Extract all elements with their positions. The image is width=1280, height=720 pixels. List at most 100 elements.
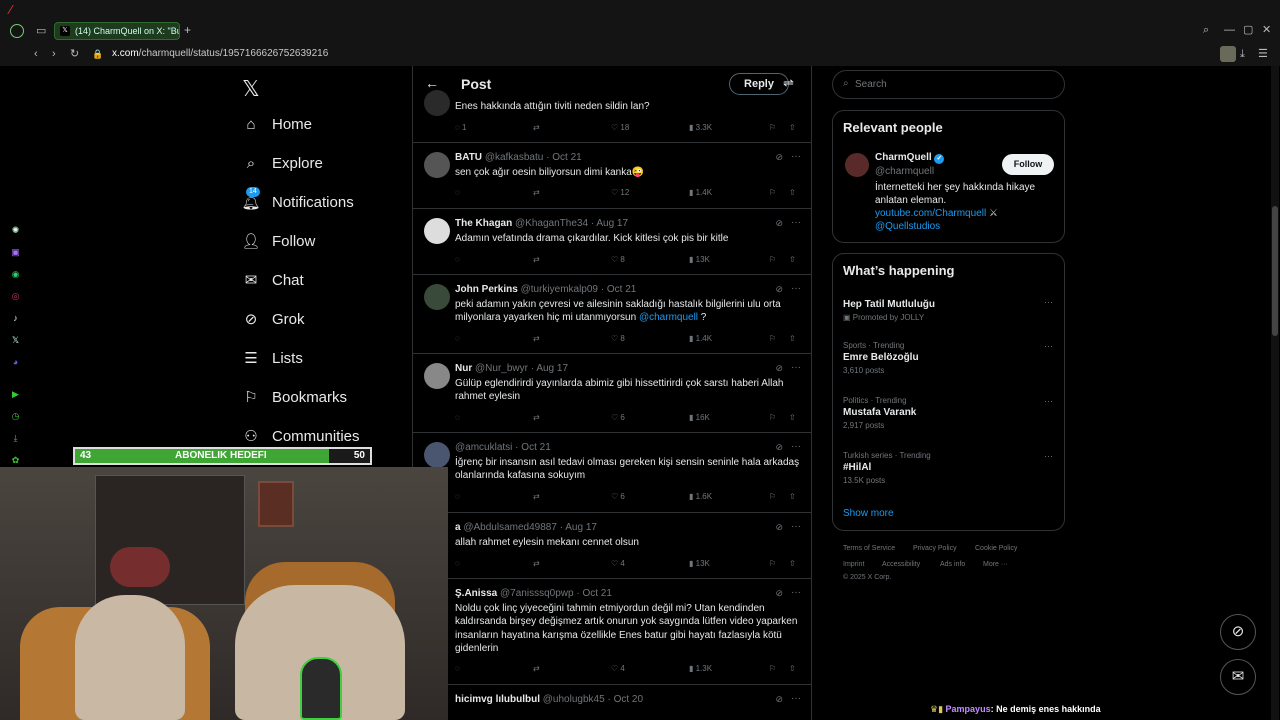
grok-fab-icon[interactable]: ⊘ [1220,614,1256,650]
more-icon[interactable]: ··· [1044,297,1053,307]
history-icon[interactable]: ◷ [9,410,22,423]
like-icon[interactable]: ♡ 4 [611,664,625,673]
retweet-icon[interactable]: ⇄ [533,255,540,264]
reply-icon[interactable]: ◌ [455,664,460,673]
nav-home[interactable]: ⌂ Home [242,113,312,135]
nav-notifications[interactable]: 🔔︎ 14 Notifications [241,187,354,213]
downloads-sidebar-icon[interactable]: ⤓ [9,432,22,445]
more-icon[interactable]: ··· [791,587,801,598]
search-icon[interactable]: ⌕ [1203,24,1209,36]
more-icon[interactable]: ··· [791,521,801,532]
whatsapp-icon[interactable]: ◉ [9,268,22,281]
reload-icon[interactable]: ↻ [70,48,79,60]
back-arrow-icon[interactable]: ← [425,75,439,91]
tweet-item[interactable]: Nur @Nur_bwyr · Aug 17 ⊘ ··· Gülüp eglend… [413,354,811,433]
instagram-icon[interactable]: ◎ [9,290,22,303]
share-icon[interactable]: ⇧ [789,413,796,422]
reply-icon[interactable]: ◌ [455,559,460,568]
bookmark-icon[interactable]: ⚐ [769,664,776,673]
reply-icon[interactable]: ◌ [455,334,460,343]
grok-icon[interactable]: ⊘ [775,218,783,229]
grok-icon[interactable]: ⊘ [775,694,783,705]
footer-accessibility[interactable]: Accessibility [882,561,920,568]
views-icon[interactable]: ▮ 1.6K [689,492,712,501]
mention-link[interactable]: @charmquell [639,312,698,323]
nav-lists[interactable]: ☰ Lists [242,347,303,369]
x-sidebar-icon[interactable]: 𝕏 [9,334,22,347]
scrollbar-thumb[interactable] [1272,206,1278,336]
bookmark-icon[interactable]: ⚐ [769,413,776,422]
opera-gx-icon[interactable] [10,24,24,38]
extensions-icon[interactable]: ✿ [9,454,22,467]
grok-icon[interactable]: ⊘ [775,363,783,374]
search-input[interactable]: ⌕ Search [832,70,1065,99]
player-icon[interactable]: ▶ [9,388,22,401]
trend-item[interactable]: Hep Tatil Mutluluğu ▣ Promoted by JOLLY … [843,297,1053,322]
avatar[interactable] [845,153,869,177]
retweet-icon[interactable]: ⇄ [533,123,540,132]
reply-icon[interactable]: ◌ [455,413,460,422]
more-icon[interactable]: ··· [791,441,801,452]
tab-active[interactable]: 𝕏 (14) CharmQuell on X: "Bu [54,22,180,40]
reply-icon[interactable]: ◌ [455,492,460,501]
nav-follow[interactable]: 👤︎ Follow [241,230,315,252]
bookmark-icon[interactable]: ⚐ [769,188,776,197]
more-icon[interactable]: ··· [1044,341,1053,351]
bio-youtube-link[interactable]: youtube.com/Charmquell ⚔ [875,208,998,219]
footer-more[interactable]: More ··· [983,561,1008,568]
grok-icon[interactable]: ⊘ [775,522,783,533]
retweet-icon[interactable]: ⇄ [533,664,540,673]
views-icon[interactable]: ▮ 1.3K [689,664,712,673]
footer-ads-info[interactable]: Ads info [940,561,965,568]
retweet-icon[interactable]: ⇄ [533,334,540,343]
tweet-item[interactable]: Enes hakkında attığın tiviti neden sildi… [413,90,811,143]
new-tab-icon[interactable]: + [184,24,191,36]
nav-bookmarks[interactable]: ⚐ Bookmarks [242,386,347,408]
show-more-link[interactable]: Show more [843,508,894,519]
profile-avatar[interactable] [1220,46,1236,62]
bookmark-icon[interactable]: ⚐ [769,492,776,501]
bio-studio-link[interactable]: @Quellstudios [875,221,940,232]
trend-item[interactable]: Turkish series · Trending #HilAl 13.5K p… [843,451,1053,485]
nav-explore[interactable]: ⌕ Explore [242,152,323,174]
more-icon[interactable]: ··· [791,217,801,228]
tweet-item[interactable]: BATU @kafkasbatu · Oct 21 ⊘ ··· sen çok a… [413,143,811,209]
minimize-icon[interactable]: — [1224,24,1235,36]
discord-icon[interactable]: ◕ [9,356,22,369]
bookmark-icon[interactable]: ⚐ [769,334,776,343]
back-icon[interactable]: ‹ [34,48,38,60]
like-icon[interactable]: ♡ 12 [611,188,629,197]
share-icon[interactable]: ⇧ [789,664,796,673]
grok-icon[interactable]: ⊘ [775,152,783,163]
views-icon[interactable]: ▮ 1.4K [689,334,712,343]
like-icon[interactable]: ♡ 8 [611,255,625,264]
tweet-item[interactable]: The Khagan @KhaganThe34 · Aug 17 ⊘ ··· Ad… [413,209,811,275]
share-icon[interactable]: ⇧ [789,334,796,343]
bookmark-icon[interactable]: ⚐ [769,123,776,132]
nav-grok[interactable]: ⊘ Grok [242,308,305,330]
reply-button[interactable]: Reply [729,73,789,95]
share-icon[interactable]: ⇧ [789,255,796,264]
footer-imprint[interactable]: Imprint [843,561,864,568]
menu-icon[interactable]: ☰ [1258,48,1268,60]
more-icon[interactable]: ··· [791,693,801,704]
views-icon[interactable]: ▮ 16K [689,413,710,422]
retweet-icon[interactable]: ⇄ [533,559,540,568]
bookmark-icon[interactable]: ⚐ [769,559,776,568]
x-logo-icon[interactable]: 𝕏 [242,76,260,102]
bookmark-icon[interactable]: ⚐ [769,255,776,264]
tweet-item[interactable]: John Perkins @turkiyemkalp09 · Oct 21 ⊘ ·… [413,275,811,354]
reply-icon[interactable]: ◌ [455,255,460,264]
retweet-icon[interactable]: ⇄ [533,188,540,197]
tweet-item[interactable]: a @Abdulsamed49887 · Aug 17 ⊘ ··· allah r… [413,513,811,579]
grok-icon[interactable]: ⊘ [775,588,783,599]
trend-item[interactable]: Politics · Trending Mustafa Varank 2,917… [843,396,1053,430]
sliders-icon[interactable]: ⇌ [783,75,794,91]
close-icon[interactable]: ✕ [1262,24,1271,36]
tweet-item[interactable]: Ş.Anissa @7anisssq0pwp · Oct 21 ⊘ ··· Nol… [413,579,811,685]
views-icon[interactable]: ▮ 13K [689,559,710,568]
grok-icon[interactable]: ⊘ [775,284,783,295]
like-icon[interactable]: ♡ 8 [611,334,625,343]
messages-fab-icon[interactable]: ✉ [1220,659,1256,695]
retweet-icon[interactable]: ⇄ [533,492,540,501]
